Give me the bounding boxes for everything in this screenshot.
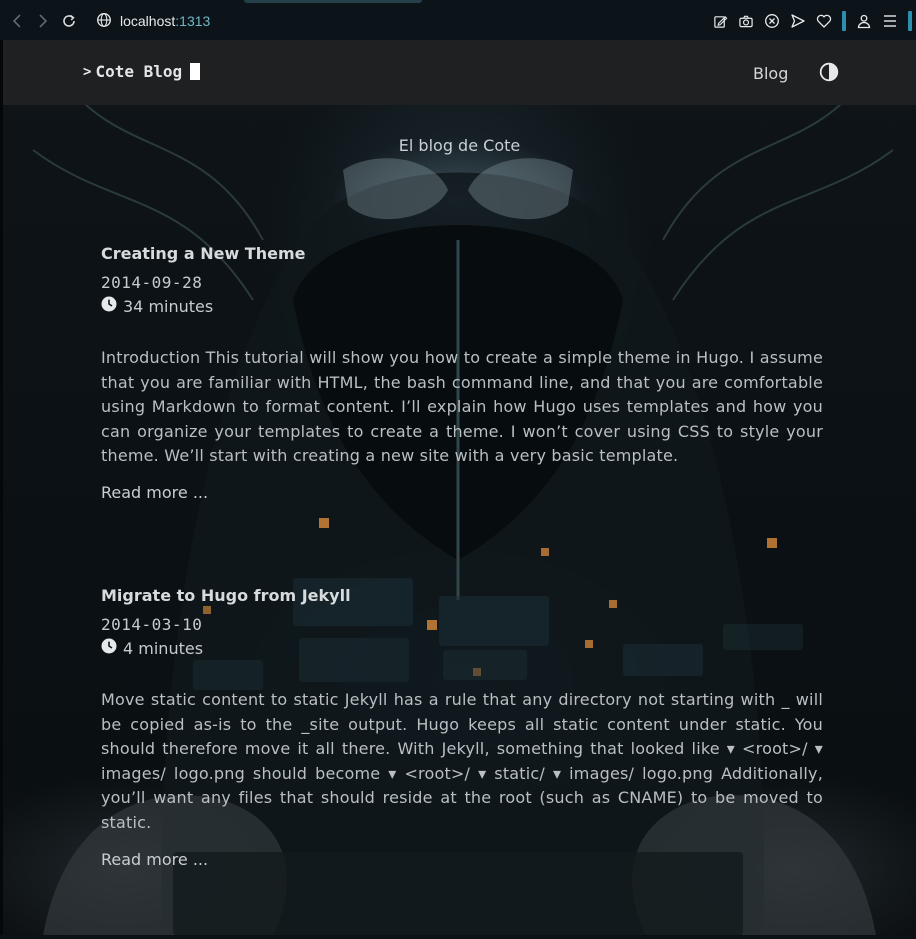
post-summary-text: Move static content to static Jekyll has… xyxy=(101,690,823,832)
forward-icon[interactable] xyxy=(34,12,52,30)
browser-toolbar: localhost:1313 xyxy=(0,0,916,40)
active-tab-indicator xyxy=(244,0,422,3)
read-more-link[interactable]: Read more ... xyxy=(101,850,208,869)
sidebar-accent-bar xyxy=(842,11,846,31)
site-logo-text: Cote Blog xyxy=(95,62,183,81)
profile-icon[interactable] xyxy=(856,13,872,29)
post-summary-card: Migrate to Hugo from Jekyll 2014-03-10 4… xyxy=(101,586,823,869)
terminal-cursor xyxy=(190,63,201,80)
url-port: :1313 xyxy=(175,13,211,29)
theme-toggle-icon[interactable] xyxy=(819,62,839,82)
url-text: localhost:1313 xyxy=(120,13,210,29)
post-summary-card: Creating a New Theme 2014-09-28 34 minut… xyxy=(101,244,823,502)
terminal-prompt-icon: > xyxy=(83,63,92,80)
shield-icon[interactable] xyxy=(764,13,780,29)
read-more-link[interactable]: Read more ... xyxy=(101,483,208,502)
site-tagline: El blog de Cote xyxy=(398,136,521,155)
nav-blog-link[interactable]: Blog xyxy=(753,64,788,83)
camera-icon[interactable] xyxy=(738,13,754,29)
window-bottom-edge xyxy=(0,935,916,939)
site-header: > Cote Blog Blog xyxy=(3,40,916,105)
site-logo[interactable]: > Cote Blog xyxy=(83,62,201,81)
globe-icon xyxy=(96,12,112,31)
scroll-accent-bar xyxy=(908,11,912,31)
post-date: 2014-09-28 xyxy=(101,273,203,292)
post-title-link[interactable]: Migrate to Hugo from Jekyll xyxy=(101,586,823,605)
url-host: localhost xyxy=(120,13,176,29)
back-icon[interactable] xyxy=(8,12,26,30)
post-date: 2014-03-10 xyxy=(101,615,203,634)
address-bar[interactable]: localhost:1313 xyxy=(96,11,210,31)
reading-time-text: 34 minutes xyxy=(123,296,214,316)
send-icon[interactable] xyxy=(790,13,806,29)
post-reading-time: 34 minutes xyxy=(101,296,823,316)
post-reading-time: 4 minutes xyxy=(101,638,823,658)
website-viewport: > Cote Blog Blog El blog de Cote Creatin… xyxy=(3,40,916,936)
edit-icon[interactable] xyxy=(712,13,728,29)
clock-icon xyxy=(101,638,117,658)
heart-icon[interactable] xyxy=(816,13,832,29)
clock-icon xyxy=(101,296,117,316)
post-summary-text: Introduction This tutorial will show you… xyxy=(101,348,823,466)
reading-time-text: 4 minutes xyxy=(123,638,204,658)
menu-icon[interactable] xyxy=(882,13,898,29)
post-title-link[interactable]: Creating a New Theme xyxy=(101,244,823,263)
browser-actions xyxy=(712,10,916,32)
reload-icon[interactable] xyxy=(60,12,78,30)
